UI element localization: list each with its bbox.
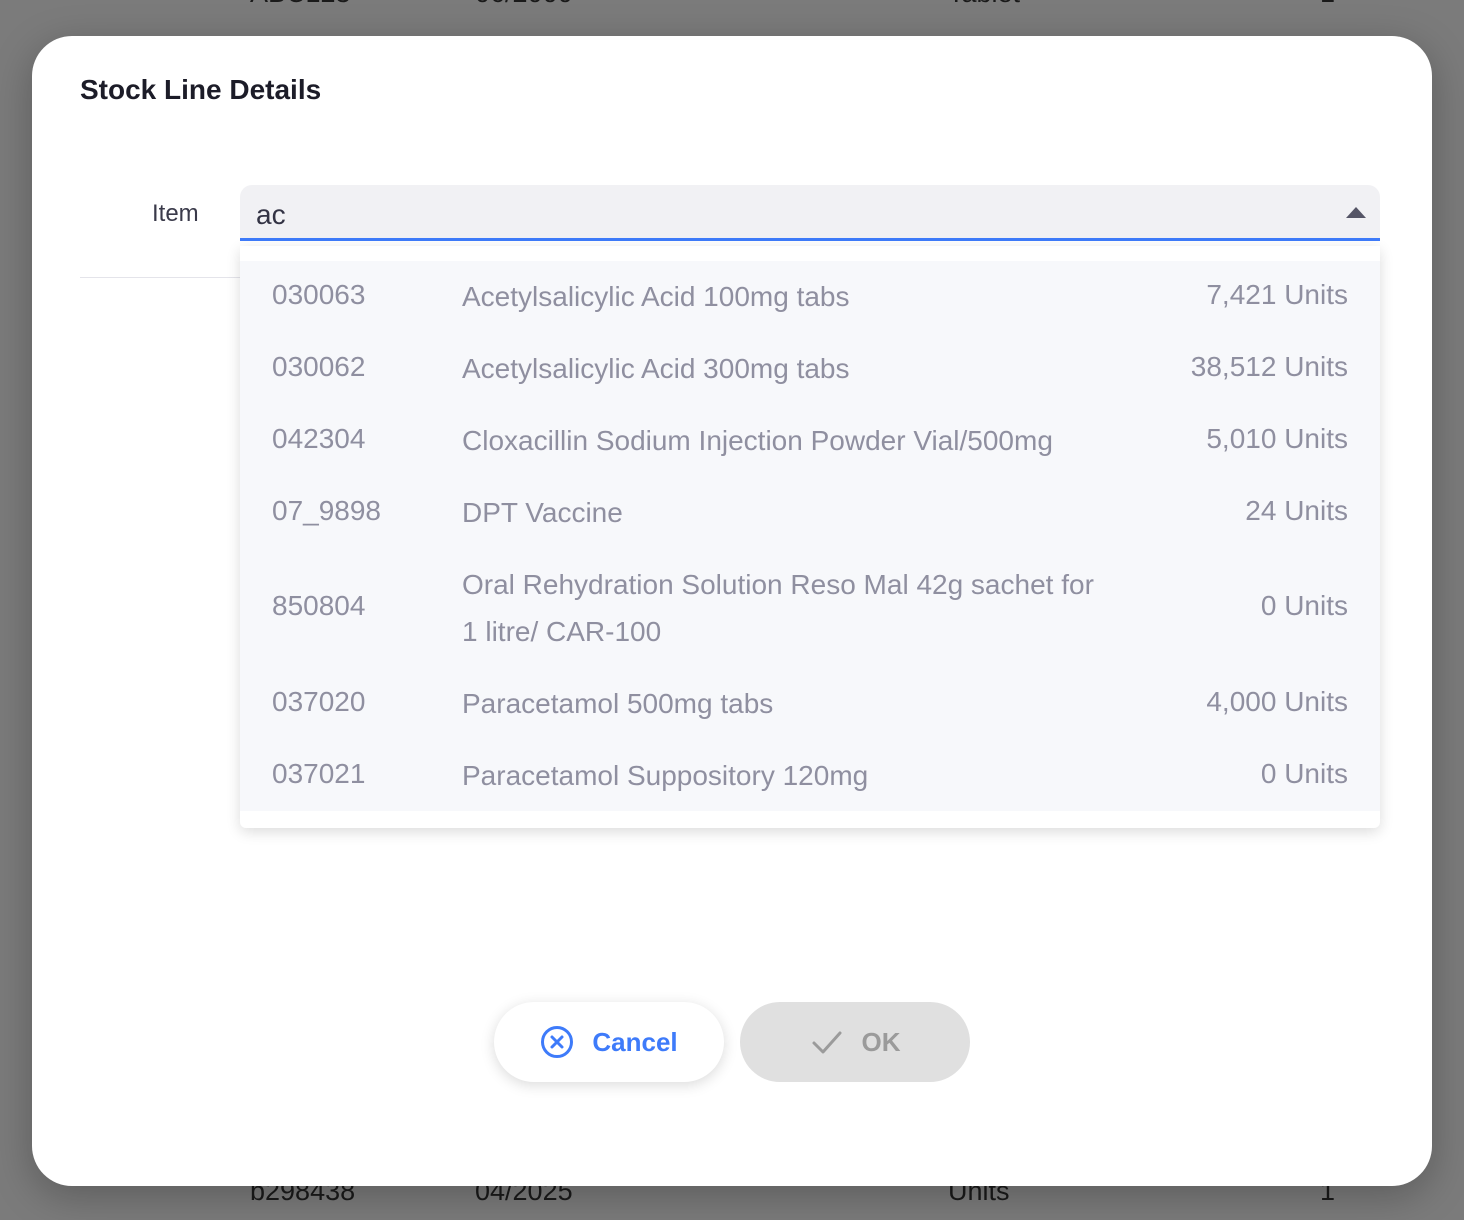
ok-label: OK [861, 1026, 901, 1057]
cancel-button[interactable]: Cancel [494, 1002, 724, 1082]
item-search-value[interactable]: ac [256, 199, 286, 231]
option-name: Cloxacillin Sodium Injection Powder Vial… [462, 425, 1053, 456]
ok-button[interactable]: OK [740, 1002, 970, 1082]
option-name: Acetylsalicylic Acid 100mg tabs [462, 281, 850, 312]
option-quantity: 7,421 Units [1206, 279, 1348, 310]
option-name: Acetylsalicylic Acid 300mg tabs [462, 353, 850, 384]
circle-x-icon [540, 1025, 574, 1059]
caret-up-icon[interactable] [1346, 207, 1366, 218]
bg-cell: 06/2000 [475, 0, 573, 9]
option-name: DPT Vaccine [462, 497, 623, 528]
option-quantity: 38,512 Units [1190, 351, 1348, 382]
option-code: 042304 [272, 423, 366, 454]
option-quantity: 4,000 Units [1206, 686, 1348, 717]
item-dropdown: 030063 Acetylsalicylic Acid 100mg tabs 7… [240, 246, 1380, 828]
option-quantity: 0 Units [1260, 758, 1348, 789]
option-quantity: 24 Units [1245, 495, 1348, 526]
divider [80, 277, 240, 278]
option-code: 030062 [272, 351, 366, 382]
stock-line-details-dialog: Stock Line Details Item ac 030063 Acetyl… [32, 36, 1432, 1186]
option-code: 07_9898 [272, 495, 382, 526]
option-name: Paracetamol Suppository 120mg [462, 760, 869, 791]
bg-cell: ABC123 [250, 0, 351, 9]
item-field-label: Item [152, 200, 199, 227]
option-code: 850804 [272, 590, 366, 621]
dialog-title: Stock Line Details [80, 74, 322, 105]
option-name: Oral Rehydration Solution Reso Mal 42g s… [462, 569, 1094, 647]
item-options-list: 030063 Acetylsalicylic Acid 100mg tabs 7… [240, 261, 1380, 811]
option-code: 037020 [272, 686, 366, 717]
option-quantity: 0 Units [1260, 590, 1348, 621]
option-name: Paracetamol 500mg tabs [462, 688, 774, 719]
item-search-input[interactable]: ac [240, 185, 1380, 241]
option-code: 037021 [272, 758, 366, 789]
cancel-label: Cancel [592, 1026, 678, 1057]
option-code: 030063 [272, 279, 366, 310]
bg-cell: 1 [1320, 0, 1335, 9]
bg-cell: Tablet [948, 0, 1020, 9]
check-icon [810, 1025, 844, 1059]
option-quantity: 5,010 Units [1206, 423, 1348, 454]
